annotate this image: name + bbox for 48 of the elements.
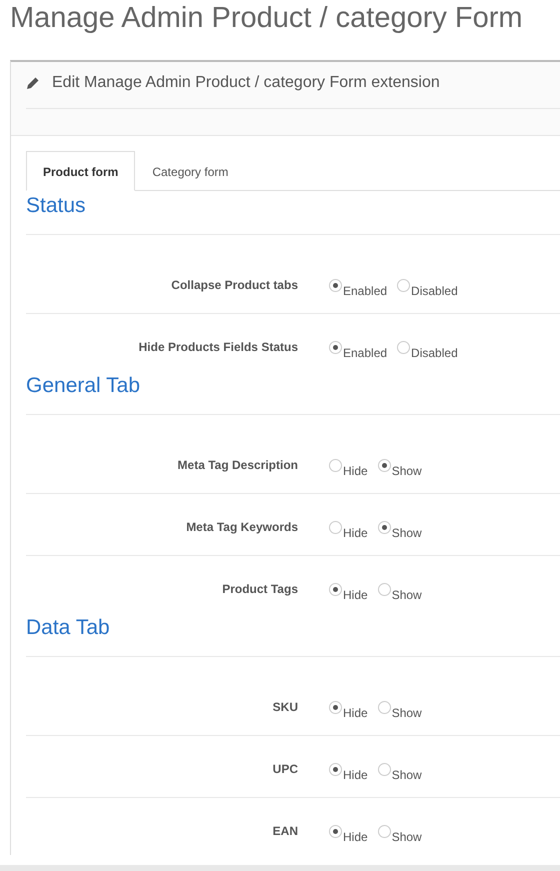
radio-button[interactable] (329, 582, 342, 596)
radio-button[interactable] (397, 340, 410, 354)
field-label: EAN (272, 824, 298, 838)
radio-label[interactable]: Enabled (343, 284, 388, 298)
page-title: Manage Admin Product / category Form (9, 1, 524, 36)
pencil-icon (26, 76, 40, 90)
radio-label[interactable]: Show (392, 526, 422, 540)
radio-label[interactable]: Disabled (411, 346, 458, 360)
radio-label[interactable]: Hide (343, 464, 368, 478)
radio-button[interactable] (378, 700, 391, 714)
tab[interactable]: Category form (135, 151, 246, 191)
radio-label[interactable]: Show (392, 588, 422, 602)
field-label: SKU (272, 700, 298, 714)
radio-label[interactable]: Show (392, 830, 422, 844)
field-label: Hide Products Fields Status (138, 340, 298, 354)
radio-label[interactable]: Show (392, 464, 422, 478)
radio-button[interactable] (378, 520, 391, 534)
radio-label[interactable]: Hide (343, 768, 368, 782)
radio-label[interactable]: Hide (343, 526, 368, 540)
radio-button[interactable] (329, 824, 342, 838)
panel-title: Edit Manage Admin Product / category Form extension (52, 74, 440, 92)
section-title: Status (26, 193, 87, 219)
radio-button[interactable] (329, 340, 342, 354)
radio-label[interactable]: Hide (343, 706, 368, 720)
radio-label[interactable]: Hide (343, 588, 368, 602)
radio-button[interactable] (329, 458, 342, 472)
section-title: Data Tab (26, 615, 111, 641)
radio-label[interactable]: Show (392, 768, 422, 782)
radio-label[interactable]: Hide (343, 830, 368, 844)
radio-button[interactable] (378, 582, 391, 596)
radio-button[interactable] (329, 700, 342, 714)
radio-label[interactable]: Show (392, 706, 422, 720)
field-label: Meta Tag Description (176, 458, 298, 472)
radio-button[interactable] (378, 458, 391, 472)
section-title: General Tab (26, 373, 142, 399)
radio-button[interactable] (397, 278, 410, 292)
radio-button[interactable] (378, 824, 391, 838)
radio-button[interactable] (329, 762, 342, 776)
field-label: Product Tags (221, 582, 298, 596)
radio-label[interactable]: Disabled (411, 284, 458, 298)
field-label: Meta Tag Keywords (185, 520, 298, 534)
radio-button[interactable] (329, 520, 342, 534)
radio-button[interactable] (378, 762, 391, 776)
tab[interactable]: Product form (26, 151, 136, 191)
field-label: Collapse Product tabs (170, 278, 298, 292)
field-label: UPC (272, 762, 298, 776)
radio-button[interactable] (329, 278, 342, 292)
radio-label[interactable]: Enabled (343, 346, 388, 360)
